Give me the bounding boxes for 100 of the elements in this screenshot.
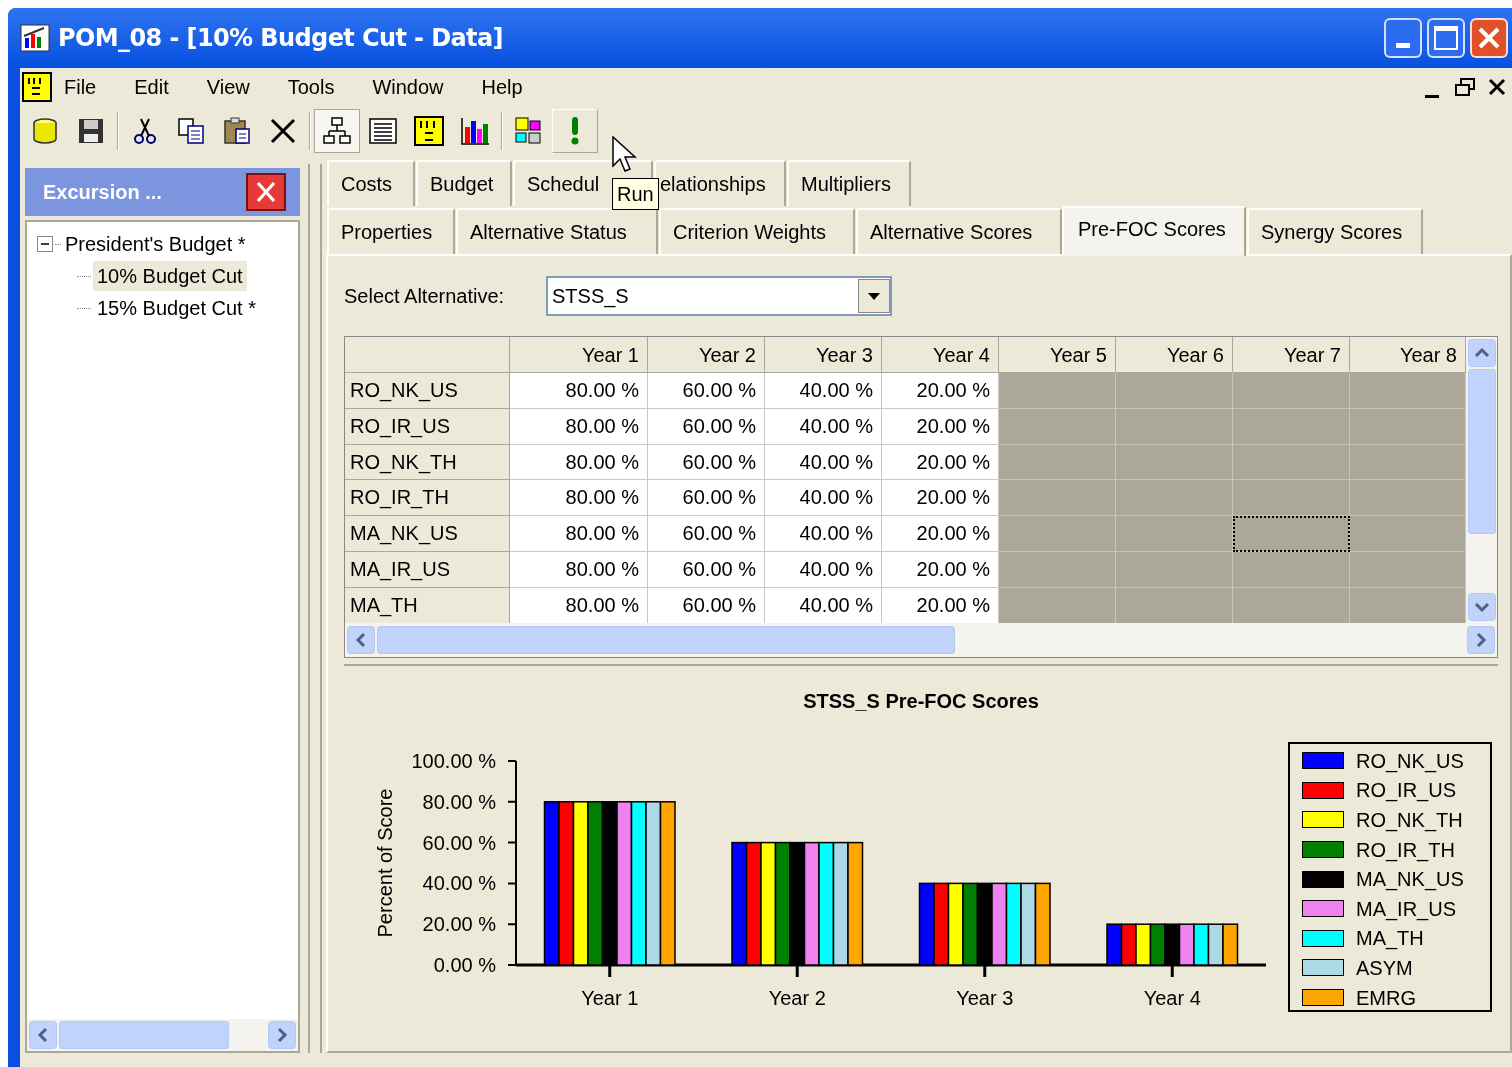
bar <box>1193 923 1210 966</box>
legend-label: RO_NK_US <box>1356 748 1464 775</box>
tab[interactable]: Synergy Scores <box>1247 208 1423 254</box>
y-tick-label: 40.00 % <box>422 872 496 895</box>
minimize-button[interactable] <box>1384 18 1422 58</box>
table-cell: 80.00 % <box>510 480 648 517</box>
tab[interactable]: Costs <box>327 160 415 206</box>
tab[interactable]: elationships <box>654 160 786 206</box>
tab[interactable]: Alternative Status <box>456 208 658 254</box>
clipboard-icon <box>221 115 253 147</box>
dropdown-value: STSS_S <box>551 284 630 310</box>
column-header: Year 2 <box>648 337 765 373</box>
column-header: Year 6 <box>1116 337 1233 373</box>
table-cell: 60.00 % <box>648 587 765 624</box>
column-header: Year 4 <box>882 337 999 373</box>
tab[interactable]: Criterion Weights <box>659 208 855 254</box>
column-header: Year 7 <box>1233 337 1350 373</box>
table-cell: 60.00 % <box>648 516 765 552</box>
bar <box>1135 923 1152 966</box>
scroll-thumb[interactable] <box>59 1021 229 1049</box>
tab[interactable]: Properties <box>327 208 455 254</box>
horizontal-scrollbar[interactable] <box>345 623 1497 657</box>
table-cell: 20.00 % <box>882 516 999 552</box>
vertical-scrollbar[interactable] <box>1466 337 1497 623</box>
table-cell: 40.00 % <box>765 552 882 588</box>
alternative-dropdown[interactable]: STSS_S <box>546 276 892 316</box>
table-cell: 20.00 % <box>882 480 999 517</box>
menu-item[interactable]: Window <box>370 72 446 102</box>
tooltip: Run <box>612 178 659 210</box>
menu-item[interactable]: Tools <box>285 72 337 102</box>
menu-item[interactable]: View <box>204 72 252 102</box>
scroll-right-icon[interactable] <box>268 1021 296 1049</box>
close-button[interactable] <box>1470 18 1508 58</box>
scroll-left-icon[interactable] <box>347 626 375 654</box>
table-cell: 60.00 % <box>648 552 765 588</box>
legend-label: ASYM <box>1356 955 1413 981</box>
row-header: MA_IR_US <box>345 552 510 588</box>
copy-icon <box>175 115 207 147</box>
y-axis-label: Percent of Score <box>374 788 396 938</box>
y-tick-label: 0.00 % <box>433 954 496 976</box>
column-header: Year 8 <box>1350 337 1466 373</box>
y-tick-label: 20.00 % <box>422 913 496 936</box>
row-header: RO_IR_TH <box>345 480 510 517</box>
table-cell: 60.00 % <box>648 373 765 409</box>
table-cell: 40.00 % <box>765 587 882 624</box>
table-cell: 80.00 % <box>510 444 648 481</box>
bar <box>1106 923 1123 966</box>
table-cell: 60.00 % <box>648 408 765 445</box>
table-cell: 80.00 % <box>510 516 648 552</box>
scroll-up-icon[interactable] <box>1467 339 1496 367</box>
y-tick-label: 100.00 % <box>411 750 496 772</box>
table-cell: 80.00 % <box>510 408 648 445</box>
window-title: POM_08 - [10% Budget Cut - Data] <box>58 23 503 54</box>
bar <box>1222 923 1239 966</box>
table-cell: 20.00 % <box>882 587 999 624</box>
column-header: Year 5 <box>999 337 1116 373</box>
mdi-close-icon[interactable] <box>1488 78 1506 96</box>
bar <box>1164 923 1181 966</box>
toolbar-button[interactable] <box>314 109 360 153</box>
x-tick-label: Year 2 <box>768 987 826 1009</box>
collapse-icon[interactable] <box>37 236 53 252</box>
list-icon <box>367 115 399 147</box>
scroll-down-icon[interactable] <box>1467 593 1496 621</box>
menu-item[interactable]: Edit <box>132 72 171 102</box>
row-header: RO_IR_US <box>345 408 510 445</box>
scroll-left-icon[interactable] <box>29 1021 57 1049</box>
table-cell: 20.00 % <box>882 373 999 409</box>
legend-label: MA_IR_US <box>1356 896 1457 923</box>
mdi-restore-icon[interactable] <box>1454 77 1476 97</box>
panel-title: Excursion ... <box>43 180 163 205</box>
row-header: MA_NK_US <box>345 516 510 552</box>
close-panel-button[interactable] <box>246 173 286 211</box>
tree-item[interactable]: 10% Budget Cut <box>93 261 247 291</box>
scroll-thumb[interactable] <box>377 626 955 654</box>
table-cell: 60.00 % <box>648 444 765 481</box>
close-icon <box>1477 26 1501 50</box>
y-tick-label: 80.00 % <box>422 790 496 813</box>
tab[interactable]: Pre-FOC Scores <box>1062 206 1246 256</box>
table-cell: 20.00 % <box>882 444 999 481</box>
tab[interactable]: Budget <box>416 160 512 206</box>
exclamation-icon <box>571 117 579 145</box>
scroll-right-icon[interactable] <box>1467 626 1495 654</box>
x-tick-label: Year 1 <box>581 987 639 1009</box>
legend-label: RO_NK_TH <box>1356 808 1463 834</box>
menu-item[interactable]: Help <box>479 72 525 102</box>
table-cell: 60.00 % <box>648 480 765 517</box>
tree-item[interactable]: 15% Budget Cut * <box>93 293 260 323</box>
tab[interactable]: Multipliers <box>787 160 911 206</box>
table-cell: 80.00 % <box>510 587 648 624</box>
legend-label: RO_IR_TH <box>1356 837 1455 864</box>
table-cell: 20.00 % <box>882 408 999 445</box>
horizontal-scrollbar[interactable] <box>27 1019 298 1051</box>
column-header: Year 1 <box>510 337 648 373</box>
scroll-thumb[interactable] <box>1467 369 1496 534</box>
table-cell: 80.00 % <box>510 373 648 409</box>
tab[interactable]: Alternative Scores <box>856 208 1062 254</box>
menu-item[interactable]: File <box>62 72 99 102</box>
tree-item[interactable]: President's Budget * <box>63 229 248 259</box>
chart-title: STSS_S Pre-FOC Scores <box>803 689 1039 714</box>
maximize-button[interactable] <box>1427 18 1465 58</box>
